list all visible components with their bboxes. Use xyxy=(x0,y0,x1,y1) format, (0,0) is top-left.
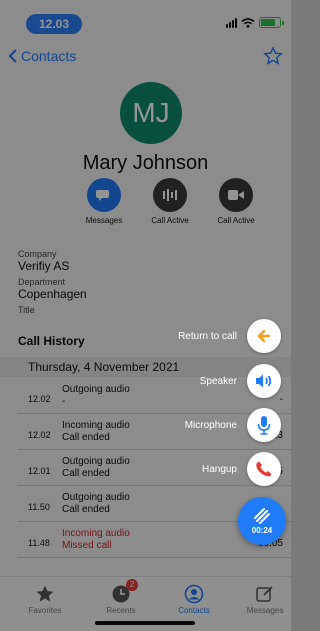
return-to-call-label: Return to call xyxy=(178,330,237,342)
return-to-call-item[interactable]: Return to call xyxy=(178,319,281,353)
speaker-icon xyxy=(256,374,272,388)
speaker-label: Speaker xyxy=(199,375,237,387)
active-call-button[interactable]: 00:24 xyxy=(238,497,286,545)
microphone-item[interactable]: Microphone xyxy=(185,408,281,442)
hangup-label: Hangup xyxy=(201,463,237,475)
call-timer: 00:24 xyxy=(251,526,273,535)
microphone-icon xyxy=(257,416,271,435)
phone-icon xyxy=(256,461,272,477)
speaker-button[interactable] xyxy=(247,364,281,398)
return-to-call-button[interactable] xyxy=(247,319,281,353)
hangup-button[interactable] xyxy=(247,452,281,486)
hangup-item[interactable]: Hangup xyxy=(202,452,281,486)
arrow-left-icon xyxy=(257,329,271,343)
microphone-button[interactable] xyxy=(247,408,281,442)
call-waves-icon xyxy=(254,508,270,524)
speaker-item[interactable]: Speaker xyxy=(200,364,281,398)
microphone-label: Microphone xyxy=(184,419,237,431)
